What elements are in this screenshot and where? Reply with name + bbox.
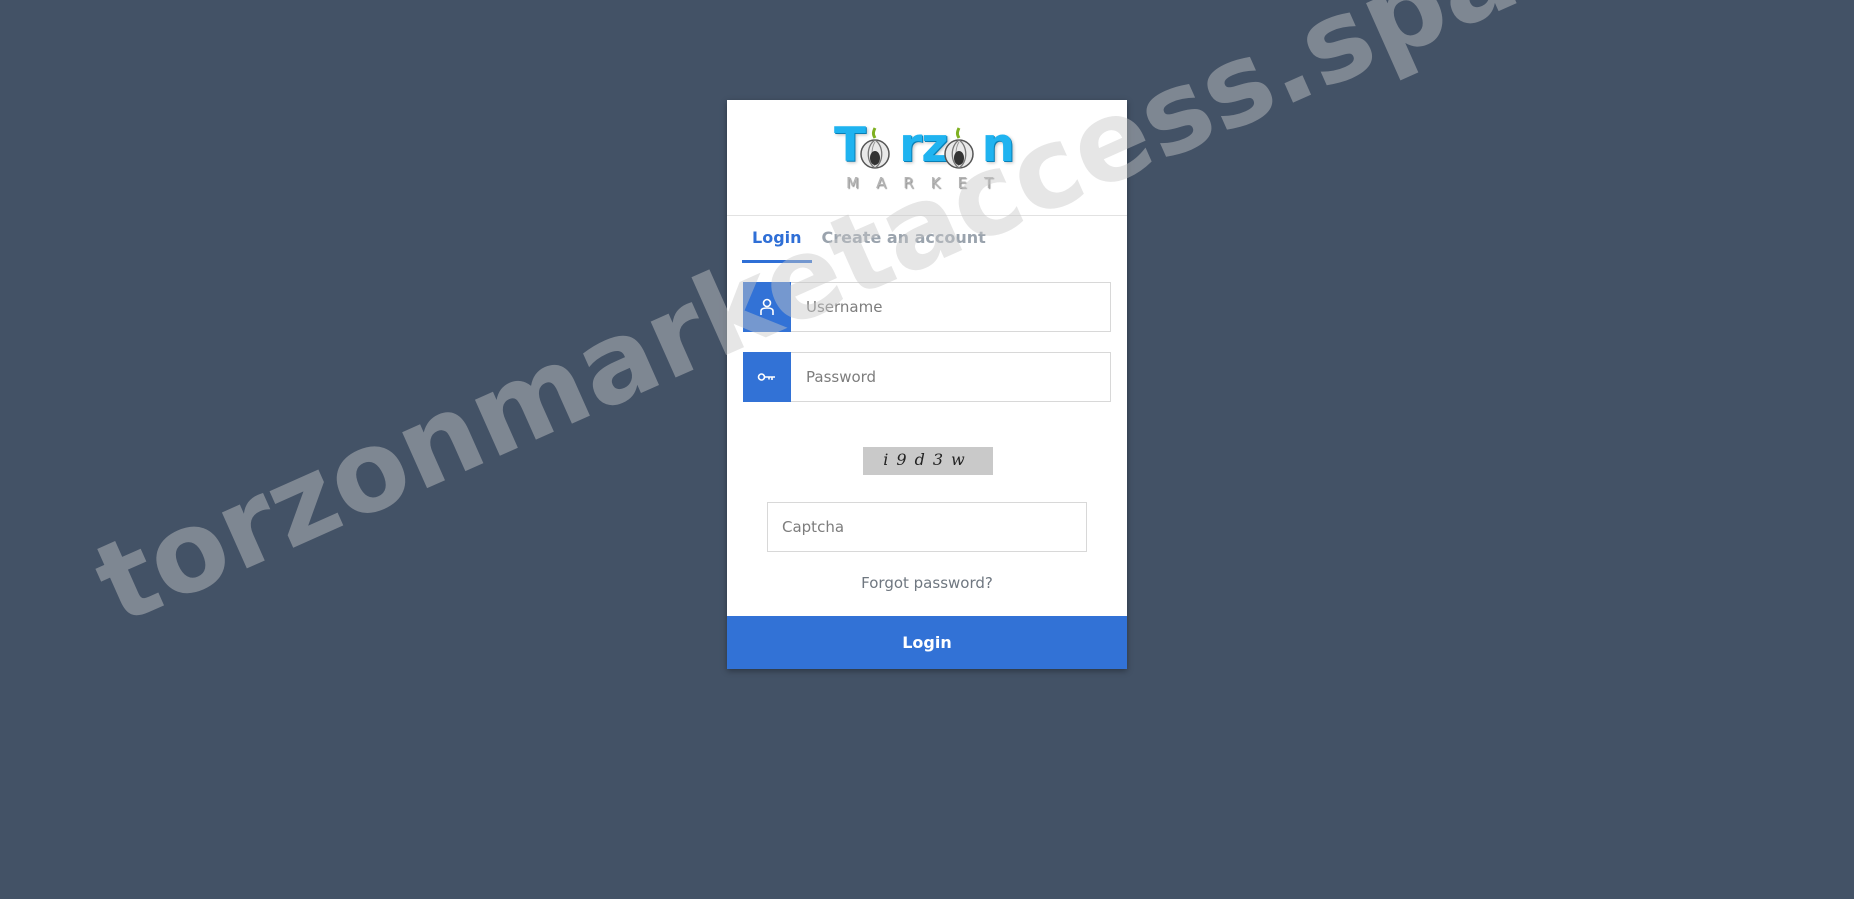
password-row <box>743 352 1111 402</box>
password-input[interactable] <box>791 352 1111 402</box>
user-icon <box>743 282 791 332</box>
torzon-market-logo: Trz n MARKET <box>834 118 1024 198</box>
tab-login[interactable]: Login <box>742 226 812 263</box>
username-input[interactable] <box>791 282 1111 332</box>
key-icon <box>743 352 791 402</box>
captcha-image: i9d3w <box>863 447 993 475</box>
logo-subtitle: MARKET <box>846 174 1011 192</box>
logo-header: Trz n MARKET <box>727 100 1127 216</box>
login-card: Trz n MARKET Login Create an account Use… <box>727 100 1127 669</box>
captcha-image-text: i9d3w <box>883 450 973 469</box>
onion-icon <box>860 127 890 169</box>
auth-tabs: Login Create an account <box>742 226 996 263</box>
username-row <box>743 282 1111 332</box>
forgot-password-link[interactable]: Forgot password? <box>727 574 1127 592</box>
login-button[interactable]: Login <box>727 616 1127 669</box>
captcha-input[interactable] <box>767 502 1087 552</box>
onion-icon <box>944 127 974 169</box>
tab-create-account[interactable]: Create an account <box>812 226 996 260</box>
